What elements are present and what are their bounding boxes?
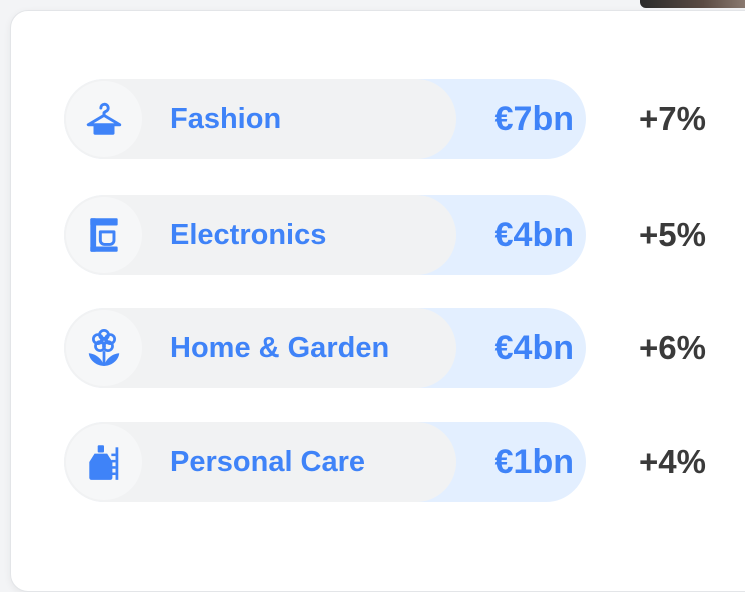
flower-icon <box>88 328 120 366</box>
appliance-icon <box>90 218 118 252</box>
category-value: €7bn <box>494 100 574 138</box>
category-row-home-garden: Home & Garden €4bn <box>64 308 586 388</box>
category-label: Electronics <box>170 219 327 251</box>
hanger-icon <box>86 102 122 135</box>
category-value: €4bn <box>494 329 574 367</box>
category-change-electronics: +5% <box>639 216 706 253</box>
perfume-icon <box>89 445 119 480</box>
icon-badge <box>66 424 142 500</box>
category-value: €1bn <box>494 443 574 481</box>
category-change-personal-care: +4% <box>639 443 706 480</box>
category-row-electronics: Electronics €4bn <box>64 195 586 275</box>
category-change-fashion: +7% <box>639 100 706 137</box>
category-row-fashion: Fashion €7bn <box>64 79 586 159</box>
corner-photo <box>640 0 745 8</box>
category-label: Home & Garden <box>170 332 390 364</box>
category-value: €4bn <box>494 216 574 254</box>
category-label: Fashion <box>170 103 282 135</box>
category-label: Personal Care <box>170 446 366 478</box>
icon-badge <box>66 197 142 273</box>
icon-badge <box>66 81 142 157</box>
category-change-home-garden: +6% <box>639 329 706 366</box>
icon-badge <box>66 310 142 386</box>
category-row-personal-care: Personal Care €1bn <box>64 422 586 502</box>
